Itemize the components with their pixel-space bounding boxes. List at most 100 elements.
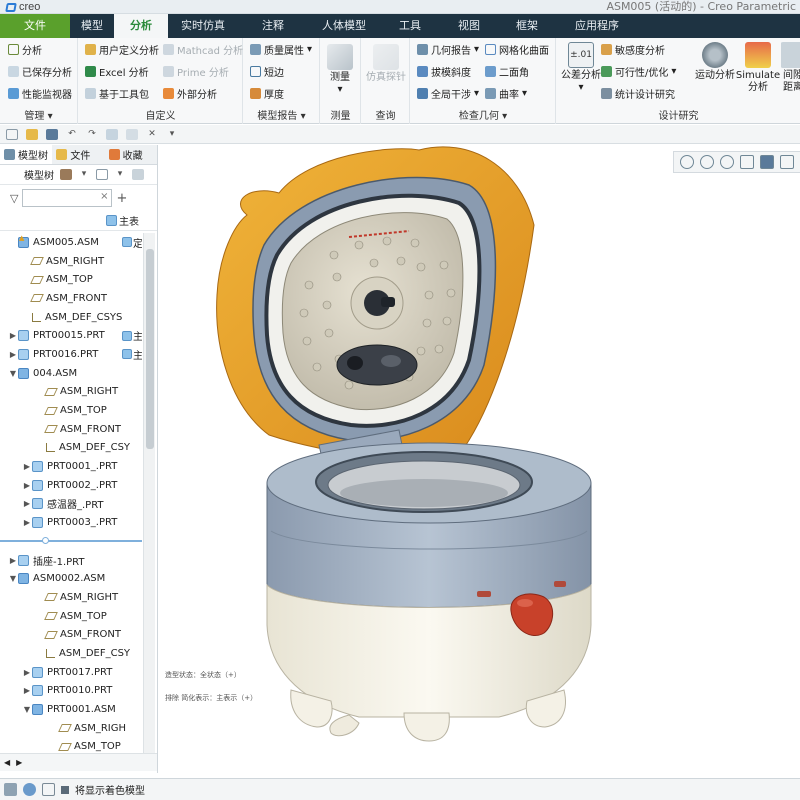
body[interactable] <box>266 442 592 608</box>
undo-icon[interactable]: ↶ <box>66 129 78 140</box>
tree-row[interactable]: ▶ 插座-1.PRT <box>0 551 142 570</box>
measure-button[interactable]: 测量 ▾ <box>327 44 353 96</box>
dihedral-button[interactable]: 二面角 <box>485 64 529 79</box>
tree-row[interactable]: ASM_RIGHT <box>0 383 142 402</box>
tree-row[interactable]: ASM_TOP <box>0 607 142 626</box>
navtab-model-tree[interactable]: 模型树 <box>0 145 53 164</box>
scroll-right-icon[interactable]: ▶ <box>16 758 22 767</box>
close-window-icon[interactable]: ✕ <box>146 129 158 140</box>
tab-model[interactable]: 模型 <box>70 14 114 38</box>
tree-row[interactable]: ASM_DEF_CSYS <box>0 308 142 327</box>
mass-props-button[interactable]: 质量属性 ▾ <box>250 42 312 57</box>
curvature-button[interactable]: 曲率 ▾ <box>485 86 527 101</box>
tree-row[interactable]: ▶ PRT0016.PRT 主 <box>0 345 142 364</box>
graphics-window[interactable]: 造型状态：全状态（+） 排除 简化表示：主表示（+） <box>159 145 800 773</box>
tab-applications[interactable]: 应用程序 <box>556 14 638 38</box>
tree-separator-handle[interactable] <box>42 537 49 544</box>
clear-search-icon[interactable]: × <box>100 191 108 202</box>
collapse-arrow-icon[interactable]: ▼ <box>22 705 32 714</box>
tree-row[interactable]: ASM_FRONT <box>0 289 142 308</box>
tab-human-model[interactable]: 人体模型 <box>308 14 380 38</box>
toolbox-analysis-button[interactable]: 基于工具包 <box>85 86 149 101</box>
motion-analysis-button[interactable]: 运动分析 <box>695 42 735 82</box>
saved-analysis-button[interactable]: 已保存分析 <box>8 64 72 79</box>
tree-row[interactable]: ASM_RIGHT <box>0 588 142 607</box>
simulate-analysis-button[interactable]: Simulate 分析 <box>736 42 780 94</box>
tree-settings-icon[interactable] <box>60 169 72 180</box>
mathcad-analysis-button[interactable]: Mathcad 分析 <box>163 42 243 57</box>
short-edge-button[interactable]: 短边 <box>250 64 284 79</box>
browser-toggle-icon[interactable] <box>23 783 36 796</box>
expand-arrow-icon[interactable]: ▶ <box>22 499 32 508</box>
tree-row[interactable]: ASM005.ASM 定 ▲ <box>0 233 142 252</box>
excel-analysis-button[interactable]: Excel 分析 <box>85 64 149 79</box>
save-icon[interactable] <box>46 128 58 140</box>
tab-framework[interactable]: 框架 <box>498 14 556 38</box>
regenerate-icon[interactable] <box>106 128 118 140</box>
tab-tools[interactable]: 工具 <box>380 14 440 38</box>
tab-realtime-sim[interactable]: 实时仿真 <box>168 14 238 38</box>
tab-analysis[interactable]: 分析 <box>114 14 168 38</box>
tree-row[interactable]: ASM_TOP <box>0 401 142 420</box>
sim-probe-button[interactable]: 仿真探针 <box>366 44 406 84</box>
collapse-arrow-icon[interactable]: ▼ <box>8 574 18 583</box>
group-manage-label[interactable]: 管理 ▾ <box>0 107 77 122</box>
expand-arrow-icon[interactable]: ▶ <box>22 668 32 677</box>
show-dropdown-icon[interactable]: ▾ <box>114 169 126 180</box>
tree-row[interactable]: ▼ ASM0002.ASM <box>0 569 142 588</box>
tree-row[interactable]: ▶ PRT00015.PRT 主 <box>0 326 142 345</box>
tree-scrollbar-thumb[interactable] <box>146 249 154 449</box>
geom-report-button[interactable]: 几何报告 ▾ <box>417 42 479 57</box>
lid[interactable] <box>216 146 535 460</box>
expand-arrow-icon[interactable]: ▶ <box>22 481 32 490</box>
tree-search-input[interactable] <box>22 189 113 207</box>
base[interactable] <box>266 583 592 742</box>
navtab-favorites[interactable]: 收藏 <box>105 145 157 164</box>
redo-icon[interactable]: ↷ <box>86 129 98 140</box>
global-interference-button[interactable]: 全局干涉 ▾ <box>417 86 479 101</box>
show-icon[interactable] <box>96 169 108 180</box>
tree-scrollbar[interactable] <box>143 233 155 753</box>
tree-row[interactable]: ASM_RIGH <box>0 719 142 738</box>
statistical-study-button[interactable]: 统计设计研究 <box>601 86 675 101</box>
feasibility-button[interactable]: 可行性/优化 ▾ <box>601 64 676 79</box>
rice-cooker-model[interactable] <box>159 145 800 773</box>
expand-arrow-icon[interactable]: ▶ <box>22 462 32 471</box>
new-file-icon[interactable] <box>6 128 18 140</box>
expand-arrow-icon[interactable]: ▶ <box>8 331 18 340</box>
tree-row[interactable]: ▼ 004.ASM <box>0 364 142 383</box>
customize-dropdown-icon[interactable]: ▾ <box>166 129 178 140</box>
tab-view[interactable]: 视图 <box>440 14 498 38</box>
perf-monitor-button[interactable]: 性能监视器 <box>8 86 72 101</box>
tree-row[interactable]: ASM_DEF_CSY <box>0 644 142 663</box>
tree-row[interactable]: ASM_FRONT <box>0 420 142 439</box>
tab-file[interactable]: 文件 <box>0 14 70 38</box>
thickness-button[interactable]: 厚度 <box>250 86 284 101</box>
full-screen-icon[interactable] <box>42 783 55 796</box>
tree-row[interactable]: ▶ 感温器_.PRT <box>0 495 142 514</box>
tree-row[interactable]: ▶ PRT0003_.PRT <box>0 513 142 532</box>
windows-icon[interactable] <box>126 128 138 140</box>
tab-annotate[interactable]: 注释 <box>238 14 308 38</box>
open-folder-icon[interactable] <box>26 128 38 140</box>
external-analysis-button[interactable]: 外部分析 <box>163 86 217 101</box>
prime-analysis-button[interactable]: Prime 分析 <box>163 64 229 79</box>
collapse-arrow-icon[interactable]: ▼ <box>8 369 18 378</box>
tree-row[interactable]: ASM_FRONT <box>0 625 142 644</box>
navigator-toggle-icon[interactable] <box>4 783 17 796</box>
expand-arrow-icon[interactable]: ▶ <box>8 556 18 565</box>
tolerance-analysis-button[interactable]: ±.01 公差分析 ▾ <box>561 42 601 94</box>
expand-arrow-icon[interactable]: ▶ <box>8 350 18 359</box>
gap-distance-button[interactable]: 间隙距离 <box>781 42 800 94</box>
tree-row[interactable]: ▶ PRT0017.PRT <box>0 663 142 682</box>
tree-columns-icon[interactable] <box>132 169 144 180</box>
expand-arrow-icon[interactable]: ▶ <box>22 518 32 527</box>
tree-row[interactable]: ASM_TOP <box>0 738 142 753</box>
tree-settings-dropdown-icon[interactable]: ▾ <box>78 169 90 180</box>
analysis-button[interactable]: 分析 <box>8 42 42 57</box>
add-filter-icon[interactable]: + <box>116 191 127 206</box>
column-header-label[interactable]: 主表 <box>119 213 139 228</box>
tree-row[interactable]: ASM_DEF_CSY <box>0 439 142 458</box>
tree-row[interactable]: ▶ PRT0002_.PRT <box>0 476 142 495</box>
group-check-geometry-label[interactable]: 检查几何 ▾ <box>411 107 555 122</box>
